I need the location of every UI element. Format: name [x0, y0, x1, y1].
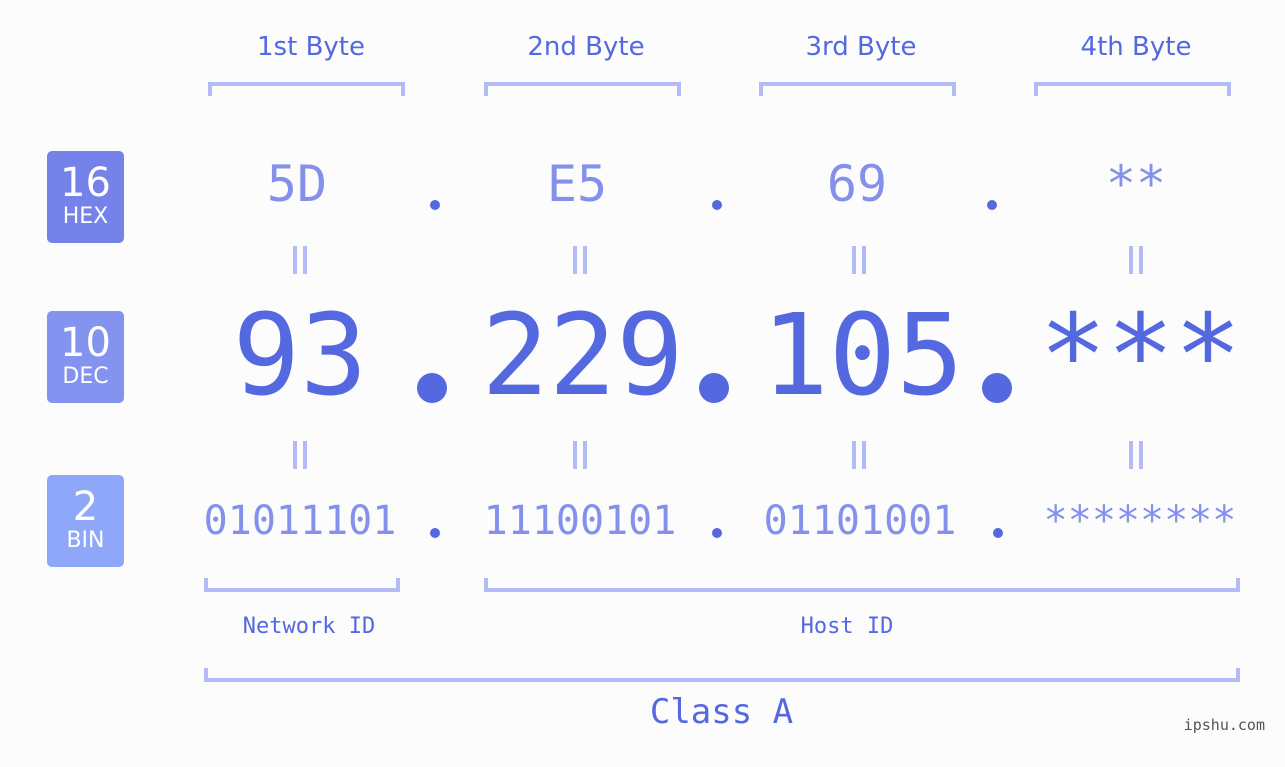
byte-bracket-3	[759, 82, 956, 96]
equals-icon	[573, 246, 587, 274]
bin-separator-dot	[993, 528, 1003, 538]
hex-byte-3: 69	[826, 155, 888, 213]
class-label: Class A	[649, 692, 794, 732]
hex-separator-dot	[987, 200, 997, 210]
dec-byte-2: 229	[481, 291, 684, 421]
hex-byte-1: 5D	[266, 155, 328, 213]
byte-bracket-2	[484, 82, 681, 96]
bin-base-label: BIN	[66, 528, 105, 553]
hex-separator-dot	[430, 200, 440, 210]
host-id-label: Host ID	[800, 614, 894, 639]
network-id-label: Network ID	[242, 614, 376, 639]
hex-byte-4: **	[1105, 155, 1167, 213]
equals-icon	[1129, 246, 1143, 274]
dec-separator-dot	[417, 373, 447, 403]
dec-separator-dot	[982, 373, 1012, 403]
byte-header-3: 3rd Byte	[805, 32, 917, 62]
equals-icon	[852, 246, 866, 274]
byte-header-2: 2nd Byte	[527, 32, 645, 62]
dec-base-label: DEC	[62, 364, 109, 389]
equals-icon	[293, 246, 307, 274]
equals-icon	[573, 441, 587, 469]
bin-base-number: 2	[72, 484, 99, 530]
bin-badge: 2 BIN	[47, 475, 124, 567]
bin-separator-dot	[712, 528, 722, 538]
bin-byte-1: 01011101	[203, 498, 397, 544]
dec-base-number: 10	[60, 320, 111, 366]
hex-byte-2: E5	[546, 155, 608, 213]
equals-icon	[1129, 441, 1143, 469]
hex-badge: 16 HEX	[47, 151, 124, 243]
dec-separator-dot	[699, 373, 729, 403]
byte-header-4: 4th Byte	[1080, 32, 1192, 62]
bin-byte-3: 01101001	[763, 498, 957, 544]
dec-byte-4: ***	[1039, 291, 1242, 421]
dec-byte-3: 105	[761, 291, 964, 421]
class-bracket	[204, 668, 1240, 682]
bin-separator-dot	[430, 528, 440, 538]
hex-separator-dot	[712, 200, 722, 210]
site-watermark: ipshu.com	[1183, 716, 1265, 734]
byte-bracket-1	[208, 82, 405, 96]
network-id-bracket	[204, 578, 400, 592]
bin-byte-2: 11100101	[483, 498, 677, 544]
hex-base-number: 16	[60, 160, 111, 206]
dec-badge: 10 DEC	[47, 311, 124, 403]
bin-byte-4: ********	[1043, 498, 1237, 544]
dec-byte-1: 93	[232, 291, 368, 421]
host-id-bracket	[484, 578, 1240, 592]
hex-base-label: HEX	[62, 204, 109, 229]
byte-bracket-4	[1034, 82, 1231, 96]
byte-header-1: 1st Byte	[257, 32, 365, 62]
equals-icon	[852, 441, 866, 469]
equals-icon	[293, 441, 307, 469]
